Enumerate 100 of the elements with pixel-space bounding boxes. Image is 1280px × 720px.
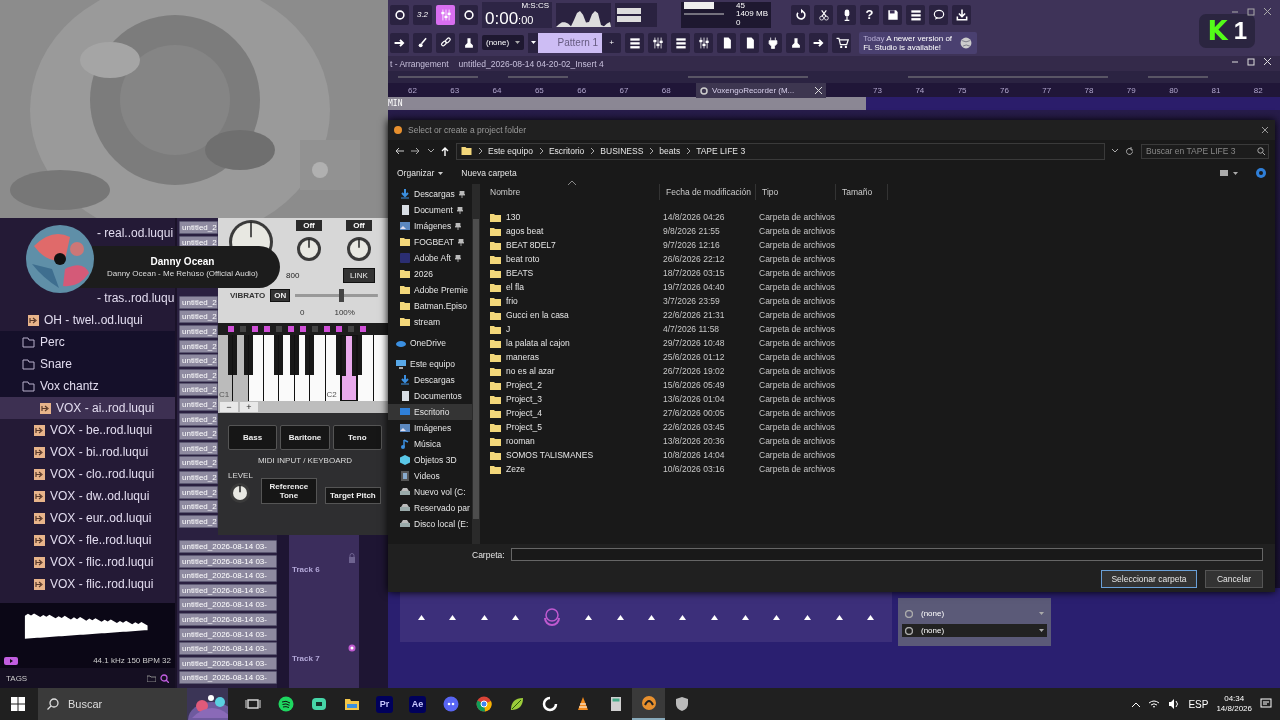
file-name[interactable]: maneras (484, 352, 660, 362)
file-name[interactable]: J (484, 324, 660, 334)
cart-button[interactable] (832, 32, 852, 53)
nav-item[interactable]: Batman.Episo (388, 298, 472, 314)
nav-item[interactable]: Adobe Premie (388, 282, 472, 298)
arrow-up-icon[interactable] (804, 614, 812, 620)
nav-item[interactable]: Document (388, 202, 472, 218)
tree-item[interactable]: VOX - flic..rod.luqui (0, 551, 175, 573)
refresh-icon[interactable] (1125, 146, 1134, 156)
nav-item[interactable]: Nuevo vol (C: (388, 484, 472, 500)
voice-button[interactable]: Teno (332, 425, 382, 450)
loop-button[interactable] (390, 4, 409, 25)
piano-key[interactable] (373, 335, 388, 401)
path-segment[interactable]: TAPE LIFE 3 (696, 146, 746, 156)
page-button[interactable] (740, 32, 760, 53)
arrow-up-icon[interactable] (648, 614, 655, 620)
nav-item[interactable]: Documentos (388, 388, 472, 404)
voice-button[interactable]: Baritone (280, 425, 330, 450)
pattern-title[interactable]: untitled_2026-08-14 04-20-02_Insert 4 (458, 58, 604, 69)
nav-item[interactable]: 2026 (388, 266, 472, 282)
path-segment[interactable]: Este equipo (488, 146, 533, 156)
nav-item[interactable]: FOGBEAT (388, 234, 472, 250)
tree-folder[interactable]: Perc (0, 331, 175, 353)
file-name[interactable]: Project_4 (484, 408, 660, 418)
file-name[interactable]: la palata al cajon (484, 338, 660, 348)
search-field[interactable]: Buscar en TAPE LIFE 3 (1141, 143, 1269, 159)
tree-item[interactable]: VOX - clo..rod.luqui (0, 463, 175, 485)
arrow-up-icon[interactable] (835, 614, 843, 620)
search-icon[interactable] (160, 673, 169, 683)
file-name[interactable]: 130 (484, 212, 660, 222)
piano-key[interactable] (233, 335, 248, 401)
file-name[interactable]: agos beat (484, 226, 660, 236)
track-name[interactable]: Track 7 (292, 654, 356, 663)
arrow-up-icon[interactable] (511, 614, 519, 620)
track-name[interactable]: Track 6 (292, 565, 356, 574)
tree-item[interactable]: VOX - fle..rod.luqui (0, 529, 175, 551)
piano-key[interactable] (294, 335, 310, 401)
close-icon[interactable] (1261, 126, 1269, 134)
plugin-button[interactable]: Reference Tone (260, 478, 317, 504)
piano-key[interactable] (279, 335, 294, 401)
caret-icon[interactable] (1112, 149, 1118, 153)
vibrato-toggle[interactable]: ON (270, 288, 291, 302)
toggle-button[interactable]: Off (296, 219, 322, 231)
chat-button[interactable] (929, 4, 948, 25)
news-panel[interactable]: Today A newer version of FL Studio is available! (859, 31, 978, 54)
forward-icon[interactable] (411, 147, 421, 155)
cut-button[interactable] (814, 4, 833, 25)
piano-key[interactable] (264, 335, 279, 401)
add-pattern-button[interactable]: + (602, 32, 622, 53)
stamp-button[interactable] (459, 32, 478, 53)
language-indicator[interactable]: ESP (1188, 698, 1209, 710)
taskbar-app[interactable]: Pr (368, 688, 401, 720)
address-bar[interactable]: Este equipo Escritorio BUSINESS beats TAPE LIFE 3 (456, 142, 1105, 160)
arrow-up-icon[interactable] (449, 614, 457, 620)
undo-button[interactable] (791, 4, 810, 25)
arrow-up-icon[interactable] (741, 614, 749, 620)
mic-button[interactable] (837, 4, 856, 25)
tree-item[interactable]: VOX - ai..rod.luqui (0, 397, 175, 419)
view-icon[interactable] (1220, 169, 1238, 177)
playlist-button[interactable] (625, 32, 645, 53)
nav-item[interactable]: Disco local (E: (388, 516, 472, 532)
arrow-up-icon[interactable] (773, 614, 781, 620)
nav-item[interactable]: Videos (388, 468, 472, 484)
slider-thumb[interactable] (338, 288, 344, 302)
file-name[interactable]: BEATS (484, 268, 660, 278)
link-button[interactable] (436, 32, 455, 53)
nav-item[interactable]: Este equipo (388, 356, 472, 372)
column-header[interactable]: Tamaño (836, 184, 888, 200)
select-folder-button[interactable]: Seleccionar carpeta (1101, 570, 1197, 588)
zoom-out-button[interactable]: − (220, 402, 238, 412)
column-header[interactable]: Nombre (484, 184, 660, 200)
nav-item[interactable]: stream (388, 314, 472, 330)
nav-item[interactable]: Descargas (388, 372, 472, 388)
arrow-button[interactable] (809, 32, 829, 53)
download-button[interactable] (952, 4, 971, 25)
path-segment[interactable]: beats (659, 146, 681, 156)
file-name[interactable]: Gucci en la casa (484, 310, 660, 320)
piano-key[interactable] (340, 335, 358, 401)
mixer-button[interactable] (648, 32, 668, 53)
help-icon[interactable] (1256, 168, 1266, 178)
nav-item[interactable]: Objetos 3D (388, 452, 472, 468)
folder-field[interactable] (510, 548, 1263, 561)
nav-item[interactable]: Música (388, 436, 472, 452)
tree-item[interactable]: - real..od.luqui (0, 222, 175, 244)
column-header[interactable]: Fecha de modificación (660, 184, 756, 200)
search-field[interactable]: Buscar (68, 694, 178, 714)
file-name[interactable]: frio (484, 296, 660, 306)
nav-item[interactable]: Reservado par (388, 500, 472, 516)
file-name[interactable]: el fla (484, 282, 660, 292)
nav-item[interactable]: Imágenes (388, 420, 472, 436)
start-icon[interactable] (11, 697, 25, 711)
file-name[interactable]: SOMOS TALISMANES (484, 450, 660, 460)
nav-item[interactable]: Adobe Aft (388, 250, 472, 266)
arrow-up-icon[interactable] (480, 614, 488, 620)
arrow-up-icon[interactable] (418, 614, 426, 620)
chevron-up-icon[interactable] (1132, 701, 1141, 707)
piano-key[interactable]: C1 (218, 335, 233, 401)
file-name[interactable]: Zeze (484, 464, 660, 474)
tree-item[interactable]: VOX - flic..rod.luqui (0, 573, 175, 595)
pattern-selector[interactable]: Pattern 1 (538, 32, 603, 53)
